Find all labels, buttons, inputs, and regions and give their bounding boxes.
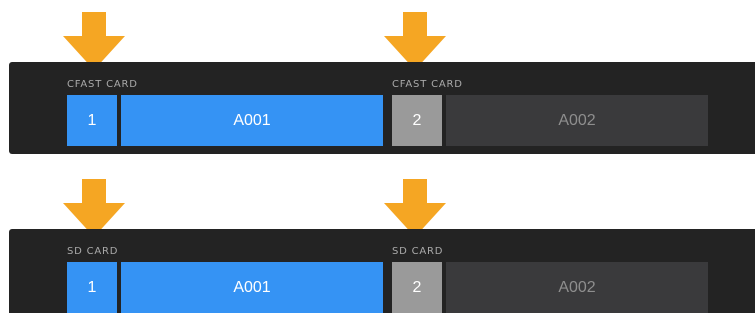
clip-name: A002 bbox=[446, 262, 708, 313]
slot-number: 2 bbox=[392, 95, 442, 146]
slot-number: 2 bbox=[392, 262, 442, 313]
clip-name: A001 bbox=[121, 95, 383, 146]
slot-number: 1 bbox=[67, 262, 117, 313]
clip-name: A002 bbox=[446, 95, 708, 146]
clip-name: A001 bbox=[121, 262, 383, 313]
media-panel-cfast: CFAST CARD 1 A001 CFAST CARD 2 A002 bbox=[9, 62, 755, 154]
media-panel-sd: SD CARD 1 A001 SD CARD 2 A002 bbox=[9, 229, 755, 313]
slot-2-label: SD CARD bbox=[392, 246, 444, 257]
slot-1-label: SD CARD bbox=[67, 246, 119, 257]
slot-1-label: CFAST CARD bbox=[67, 79, 138, 90]
slot-2-label: CFAST CARD bbox=[392, 79, 463, 90]
slot-number: 1 bbox=[67, 95, 117, 146]
